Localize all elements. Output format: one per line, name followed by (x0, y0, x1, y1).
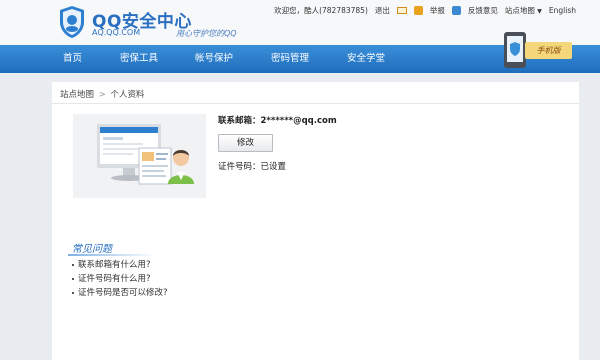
id-number-field: 证件号码：已设置 (218, 160, 286, 172)
main-content: 站点地图 > 个人资料 联系邮箱：2******@qq.com 修改 证件号码：… (52, 82, 579, 360)
faq-underline (68, 254, 156, 256)
email-value: 2******@qq.com (260, 116, 337, 126)
qq-shield-logo-icon (60, 6, 84, 38)
nav-security-school[interactable]: 安全学堂 (347, 45, 385, 73)
logout-link[interactable]: 退出 (375, 5, 390, 16)
email-label: 联系邮箱： (218, 116, 261, 126)
mail-icon[interactable] (396, 7, 407, 14)
chevron-down-icon: ▼ (537, 8, 542, 15)
welcome-text: 欢迎您，酷人(782783785) (274, 6, 368, 15)
nav-account-protection[interactable]: 帐号保护 (195, 45, 233, 73)
breadcrumb-sitemap-link[interactable]: 站点地图 (60, 90, 94, 100)
faq-item-id-editable[interactable]: 证件号码是否可以修改? (72, 286, 168, 300)
edit-button[interactable]: 修改 (218, 134, 273, 152)
faq-item-email-usage[interactable]: 联系邮箱有什么用? (72, 258, 168, 272)
divider (52, 103, 579, 104)
breadcrumb: 站点地图 > 个人资料 (60, 88, 145, 100)
feedback-link[interactable]: 反馈意见 (468, 5, 498, 16)
nav-password-management[interactable]: 密码管理 (271, 45, 309, 73)
nav-security-tools[interactable]: 密保工具 (120, 45, 158, 73)
computer-user-illustration-icon (97, 124, 194, 185)
id-label: 证件号码： (218, 162, 261, 172)
breadcrumb-current: 个人资料 (110, 90, 145, 100)
logo-domain: AQ.QQ.COM (92, 28, 141, 37)
id-value: 已设置 (260, 162, 287, 172)
profile-illustration (73, 114, 206, 198)
nav-home[interactable]: 首页 (63, 45, 82, 73)
bullet-icon (72, 277, 74, 280)
bullet-icon (72, 263, 74, 266)
breadcrumb-separator: > (98, 90, 106, 100)
faq-item-id-usage[interactable]: 证件号码有什么用? (72, 272, 168, 286)
faq-title: 常见问题 (72, 244, 112, 255)
sitemap-label: 站点地图 (504, 6, 535, 15)
bullet-icon (72, 291, 74, 294)
faq-item-label: 联系邮箱有什么用? (78, 260, 151, 270)
feedback-icon (451, 6, 461, 15)
faq-item-label: 证件号码有什么用? (78, 274, 151, 284)
faq-list: 联系邮箱有什么用? 证件号码有什么用? 证件号码是否可以修改? (72, 258, 168, 300)
faq-item-label: 证件号码是否可以修改? (78, 288, 168, 298)
mobile-version-promo[interactable]: 手机版 (504, 32, 574, 68)
phone-icon (504, 32, 526, 68)
logo-slogan: 用心守护您的QQ (176, 29, 237, 38)
contact-email-field: 联系邮箱：2******@qq.com (218, 114, 337, 126)
report-icon (413, 6, 423, 15)
mobile-promo-label: 手机版 (525, 42, 572, 59)
english-link[interactable]: English (549, 6, 576, 15)
sitemap-link[interactable]: 站点地图 ▼ (505, 5, 542, 16)
report-link[interactable]: 举报 (430, 5, 445, 16)
top-links: 欢迎您，酷人(782783785) 退出 举报 反馈意见 站点地图 ▼ Engl… (274, 5, 576, 16)
